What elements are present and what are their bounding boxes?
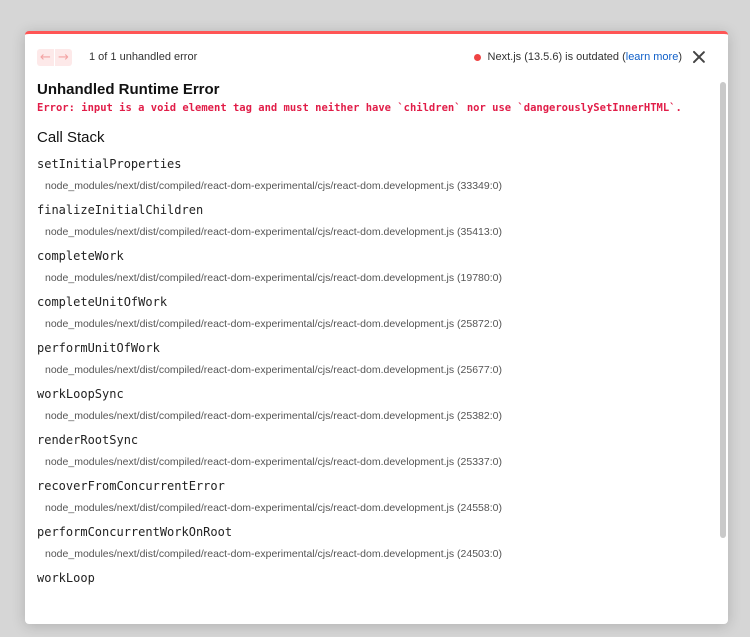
error-title: Unhandled Runtime Error bbox=[37, 81, 220, 98]
frame-function-name: setInitialProperties bbox=[37, 157, 182, 171]
learn-more-link[interactable]: learn more bbox=[626, 51, 679, 63]
frame-function-name: workLoopSync bbox=[37, 387, 124, 401]
version-status: Next.js (13.5.6) is outdated (learn more… bbox=[473, 51, 682, 63]
frame-file-path[interactable]: node_modules/next/dist/compiled/react-do… bbox=[37, 364, 708, 376]
frame-function-name: recoverFromConcurrentError bbox=[37, 479, 225, 493]
next-error-button[interactable]: → bbox=[55, 48, 72, 66]
frame-function-name: workLoop bbox=[37, 571, 95, 585]
call-stack-frame[interactable]: finalizeInitialChildren node_modules/next… bbox=[37, 203, 708, 238]
previous-error-button[interactable]: ← bbox=[37, 48, 54, 66]
frame-file-path[interactable]: node_modules/next/dist/compiled/react-do… bbox=[37, 502, 708, 514]
call-stack-frame[interactable]: recoverFromConcurrentError node_modules/n… bbox=[37, 479, 708, 514]
call-stack-frame[interactable]: workLoopSync node_modules/next/dist/compi… bbox=[37, 387, 708, 422]
scrollbar[interactable] bbox=[720, 82, 726, 538]
error-message: Error: input is a void element tag and m… bbox=[37, 102, 682, 114]
frame-function-name: finalizeInitialChildren bbox=[37, 203, 204, 217]
arrow-left-icon: ← bbox=[40, 49, 51, 65]
call-stack-frame[interactable]: performUnitOfWork node_modules/next/dist/… bbox=[37, 341, 708, 376]
call-stack-frame[interactable]: workLoop bbox=[37, 571, 708, 585]
error-count: 1 of 1 unhandled error bbox=[89, 51, 198, 63]
call-stack-frame[interactable]: performConcurrentWorkOnRoot node_modules/… bbox=[37, 525, 708, 560]
frame-function-name: completeWork bbox=[37, 249, 124, 263]
frame-function-name: performUnitOfWork bbox=[37, 341, 160, 355]
frame-file-path[interactable]: node_modules/next/dist/compiled/react-do… bbox=[37, 272, 708, 284]
arrow-right-icon: → bbox=[58, 49, 69, 65]
frame-function-name: completeUnitOfWork bbox=[37, 295, 168, 309]
overlay-header: ← → 1 of 1 unhandled error Next.js (13.5… bbox=[37, 46, 706, 68]
call-stack-frame[interactable]: setInitialProperties node_modules/next/di… bbox=[37, 157, 708, 192]
frame-file-path[interactable]: node_modules/next/dist/compiled/react-do… bbox=[37, 318, 708, 330]
error-pagination: ← → bbox=[37, 48, 73, 66]
call-stack-frame[interactable]: renderRootSync node_modules/next/dist/com… bbox=[37, 433, 708, 468]
frame-function-name: performConcurrentWorkOnRoot bbox=[37, 525, 233, 539]
outdated-status-dot-icon bbox=[473, 53, 481, 61]
learn-more-close-paren: ) bbox=[678, 51, 682, 63]
frame-file-path[interactable]: node_modules/next/dist/compiled/react-do… bbox=[37, 548, 708, 560]
call-stack-heading: Call Stack bbox=[37, 129, 105, 146]
frame-file-path[interactable]: node_modules/next/dist/compiled/react-do… bbox=[37, 226, 708, 238]
close-icon[interactable] bbox=[692, 50, 706, 64]
call-stack-frame[interactable]: completeUnitOfWork node_modules/next/dist… bbox=[37, 295, 708, 330]
frame-file-path[interactable]: node_modules/next/dist/compiled/react-do… bbox=[37, 180, 708, 192]
call-stack-list: setInitialProperties node_modules/next/di… bbox=[37, 157, 708, 585]
frame-file-path[interactable]: node_modules/next/dist/compiled/react-do… bbox=[37, 410, 708, 422]
error-content: Unhandled Runtime Error Error: input is … bbox=[37, 81, 708, 585]
error-overlay-dialog: ← → 1 of 1 unhandled error Next.js (13.5… bbox=[25, 31, 728, 624]
frame-file-path[interactable]: node_modules/next/dist/compiled/react-do… bbox=[37, 456, 708, 468]
frame-function-name: renderRootSync bbox=[37, 433, 139, 447]
call-stack-frame[interactable]: completeWork node_modules/next/dist/compi… bbox=[37, 249, 708, 284]
version-text: Next.js (13.5.6) is outdated bbox=[487, 51, 620, 63]
